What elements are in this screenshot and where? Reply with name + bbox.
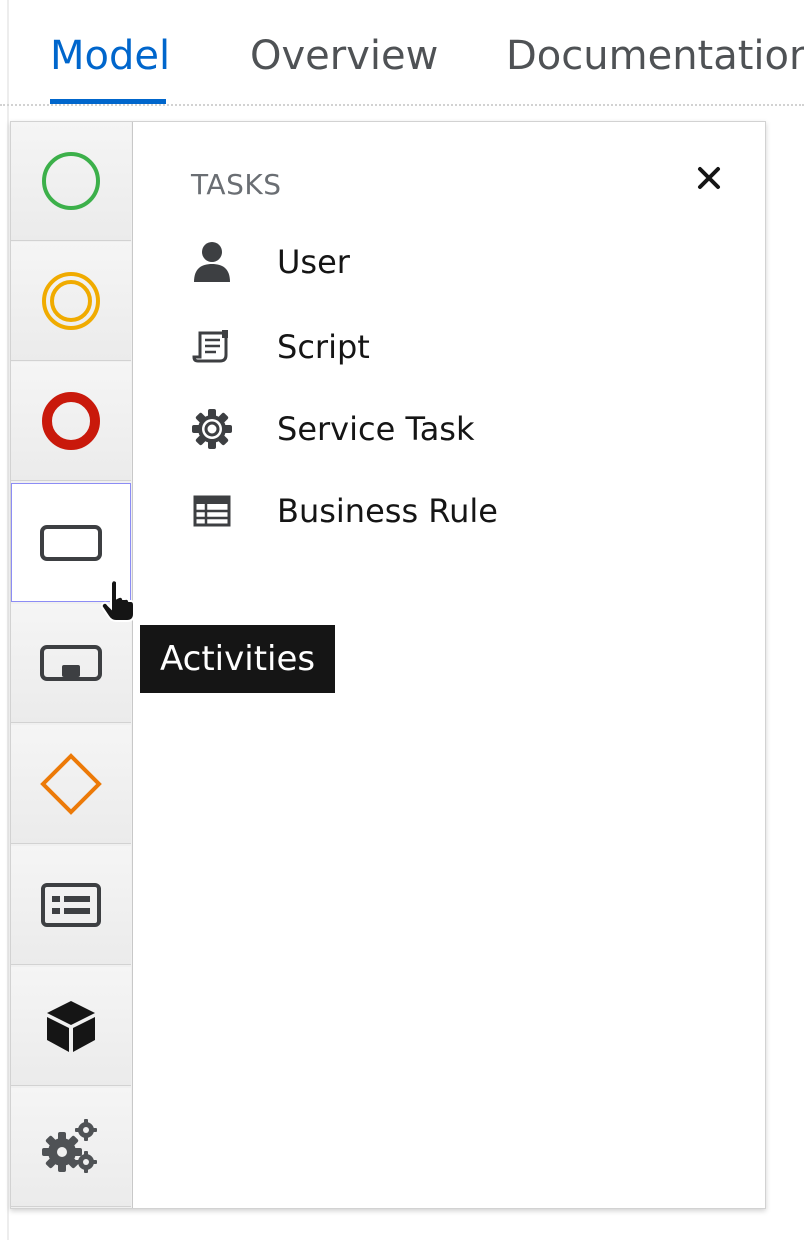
gateway-icon [40, 753, 102, 815]
task-item-label: User [277, 243, 350, 281]
palette-custom-tasks[interactable] [11, 1088, 131, 1207]
palette-intermediate-events[interactable] [11, 242, 131, 361]
business-rule-table-icon [187, 481, 237, 541]
subprocess-icon [40, 645, 102, 681]
tabs-divider [0, 104, 804, 106]
task-item-script[interactable]: Script [187, 317, 727, 377]
custom-tasks-gears-icon [42, 1119, 97, 1173]
script-icon [187, 317, 237, 377]
hand-cursor-icon [100, 579, 135, 622]
task-item-user[interactable]: User [187, 232, 727, 292]
palette-start-events[interactable] [11, 122, 131, 241]
task-item-business-rule[interactable]: Business Rule [187, 481, 727, 541]
palette-containers[interactable] [11, 846, 131, 965]
palette-artifacts[interactable] [11, 967, 131, 1086]
activities-tooltip: Activities [140, 625, 336, 693]
editor-tabs: Model Overview Documentation [0, 0, 804, 106]
task-item-service-task[interactable]: Service Task [187, 399, 727, 459]
canvas-edge [7, 0, 9, 1240]
user-icon [187, 232, 237, 292]
task-item-label: Business Rule [277, 492, 498, 530]
palette-panel: TASKS User Script Service Task Business … [10, 121, 766, 1209]
tab-model[interactable]: Model [50, 32, 170, 80]
palette-end-events[interactable] [11, 362, 131, 481]
close-icon [698, 167, 720, 189]
palette-gateways[interactable] [11, 725, 131, 844]
artifact-cube-icon [47, 1001, 95, 1052]
start-event-icon [42, 152, 100, 210]
container-icon [41, 883, 101, 927]
close-button[interactable] [689, 158, 729, 198]
end-event-icon [42, 392, 100, 450]
intermediate-event-icon [42, 272, 100, 330]
tab-overview[interactable]: Overview [250, 32, 438, 80]
task-item-label: Script [277, 328, 370, 366]
task-item-label: Service Task [277, 410, 475, 448]
palette-sidebar [11, 122, 133, 1208]
tab-documentation[interactable]: Documentation [506, 32, 804, 80]
service-gear-icon [187, 399, 237, 459]
activity-icon [40, 524, 102, 561]
section-title-tasks: TASKS [191, 168, 282, 201]
